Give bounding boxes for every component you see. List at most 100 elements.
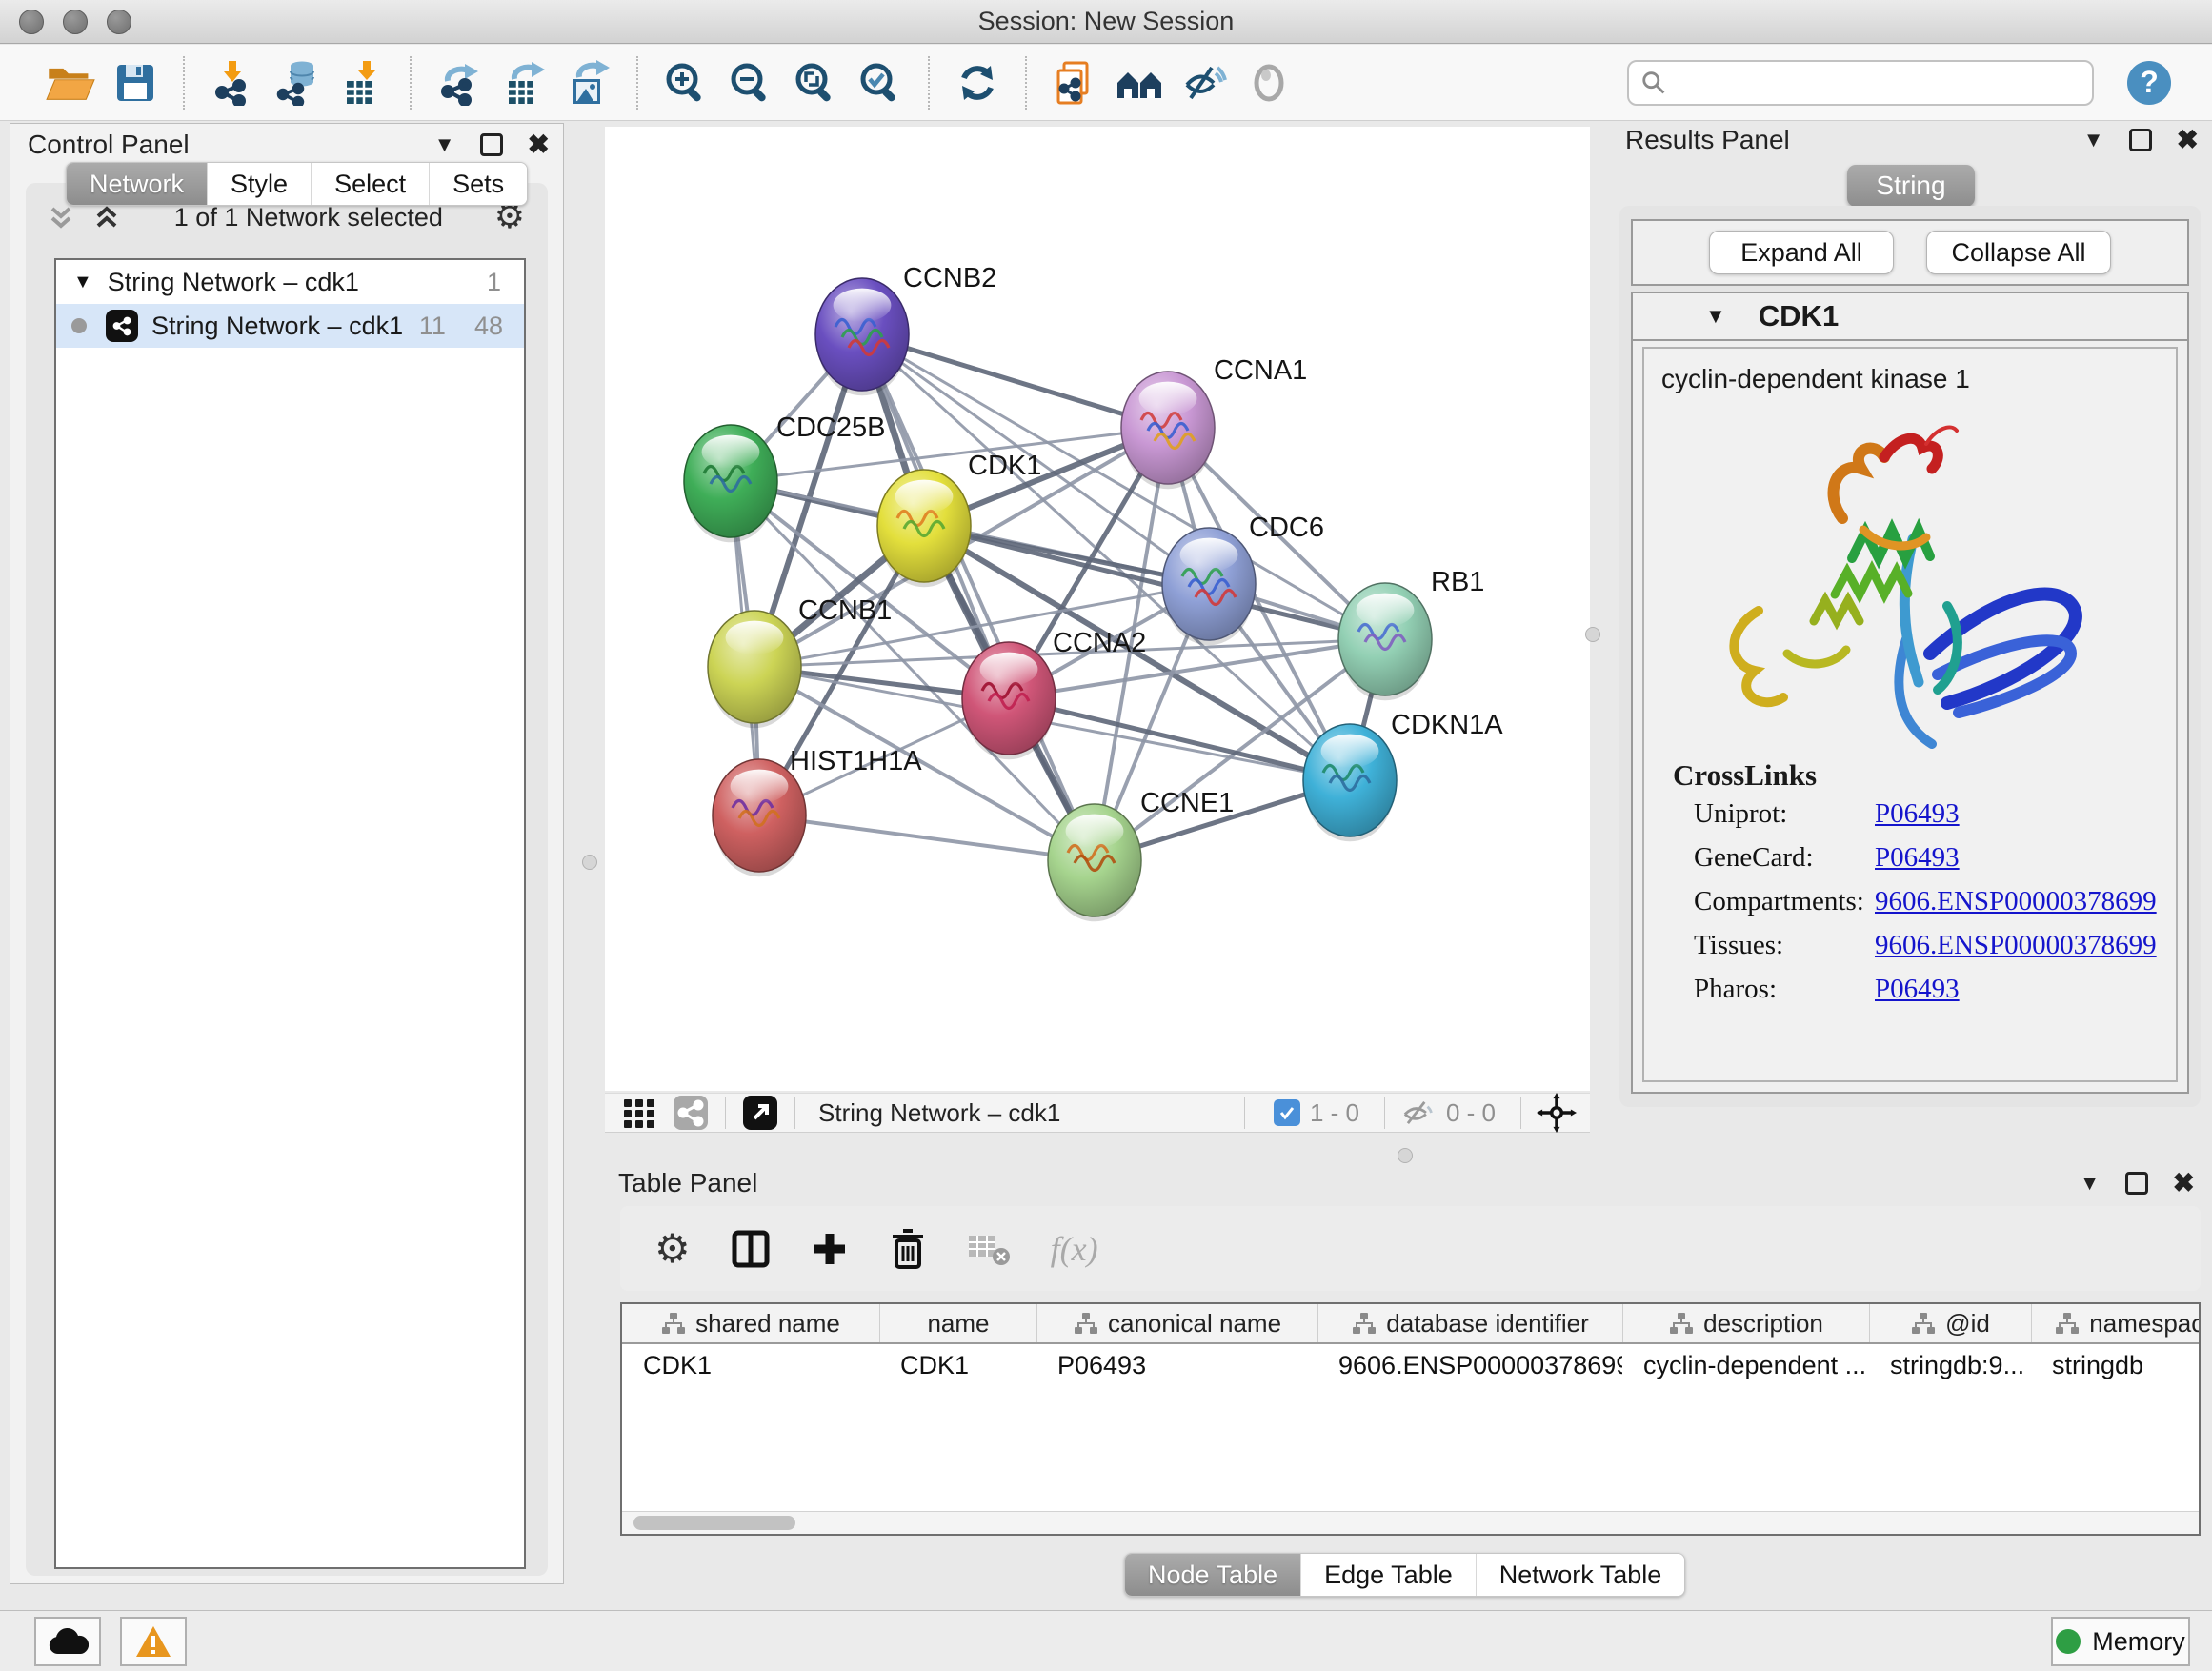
network-collection-row[interactable]: ▼ String Network – cdk1 1 (56, 260, 524, 304)
export-table-button[interactable] (497, 54, 551, 111)
node-CCNB1[interactable] (708, 611, 801, 728)
import-table-from-file-button[interactable] (335, 54, 389, 111)
panel-menu-icon[interactable]: ▼ (2083, 130, 2104, 151)
help-button[interactable]: ? (2122, 54, 2176, 111)
delete-column-icon[interactable] (889, 1229, 927, 1269)
warnings-button[interactable] (120, 1617, 187, 1666)
tab-network-table[interactable]: Network Table (1476, 1554, 1685, 1596)
eye-disabled-icon (1246, 60, 1292, 106)
birds-eye-view-icon[interactable] (741, 1094, 779, 1132)
expand-all-icon[interactable] (90, 201, 123, 233)
gene-disclosure-icon[interactable]: ▼ (1705, 304, 1726, 329)
add-column-icon[interactable] (811, 1230, 849, 1268)
table-cell[interactable]: stringdb:9... (1869, 1344, 2031, 1386)
tab-sets[interactable]: Sets (429, 163, 527, 205)
crosslink-link[interactable]: P06493 (1875, 798, 1960, 830)
memory-button[interactable]: Memory (2051, 1617, 2190, 1666)
column-header-database-identifier[interactable]: database identifier (1317, 1304, 1622, 1342)
tab-select[interactable]: Select (311, 163, 429, 205)
table-cell[interactable]: cyclin-dependent ... (1622, 1344, 1869, 1386)
node-CDKN1A[interactable] (1303, 724, 1397, 841)
import-network-from-database-button[interactable] (271, 54, 324, 111)
import-network-from-file-button[interactable] (206, 54, 259, 111)
float-panel-icon[interactable] (2125, 1172, 2148, 1195)
collapse-all-icon[interactable] (45, 201, 77, 233)
float-panel-icon[interactable] (2129, 129, 2152, 151)
export-image-button[interactable] (562, 54, 615, 111)
column-header-shared-name[interactable]: shared name (622, 1304, 879, 1342)
crosslink-link[interactable]: 9606.ENSP00000378699 (1875, 886, 2157, 917)
refresh-button[interactable] (951, 54, 1004, 111)
tab-network[interactable]: Network (67, 163, 207, 205)
table-horizontal-scrollbar[interactable] (622, 1511, 2199, 1534)
table-cell[interactable]: CDK1 (879, 1344, 1036, 1386)
table-cell[interactable]: CDK1 (622, 1344, 879, 1386)
show-all-button[interactable] (1242, 54, 1296, 111)
tab-style[interactable]: Style (207, 163, 311, 205)
first-neighbors-button[interactable] (1113, 54, 1166, 111)
search-input[interactable] (1667, 68, 2081, 97)
splitter-handle[interactable] (582, 855, 597, 870)
panel-menu-icon[interactable]: ▼ (434, 134, 455, 155)
column-header-namespace[interactable]: namespace (2031, 1304, 2201, 1342)
new-network-from-selection-button[interactable] (1048, 54, 1101, 111)
close-panel-icon[interactable]: ✖ (2177, 127, 2199, 153)
column-header-name[interactable]: name (879, 1304, 1036, 1342)
tab-edge-table[interactable]: Edge Table (1300, 1554, 1476, 1596)
zoom-in-button[interactable] (659, 54, 713, 111)
close-panel-icon[interactable]: ✖ (528, 131, 550, 158)
column-header-canonical-name[interactable]: canonical name (1036, 1304, 1317, 1342)
crosslink-link[interactable]: 9606.ENSP00000378699 (1875, 930, 2157, 961)
splitter-handle[interactable] (1398, 1148, 1413, 1163)
collapse-all-button[interactable]: Collapse All (1926, 231, 2111, 274)
export-network-button[interactable] (432, 54, 486, 111)
zoom-selected-button[interactable] (854, 54, 907, 111)
node-CCNA2[interactable] (962, 642, 1056, 759)
network-canvas[interactable]: CCNB2CCNA1CDC25BCDK1CDC6RB1CCNB1CCNA2CDK… (605, 127, 1590, 1091)
edge-HIST1H1A-CCNE1[interactable] (759, 815, 1095, 860)
save-session-button[interactable] (109, 54, 162, 111)
crosslink-label: Tissues: (1694, 930, 1875, 961)
close-panel-icon[interactable]: ✖ (2173, 1170, 2195, 1197)
table-cell[interactable]: P06493 (1036, 1344, 1317, 1386)
node-CDK1[interactable] (877, 470, 971, 587)
table-cell[interactable]: 9606.ENSP00000378699 (1317, 1344, 1622, 1386)
node-CCNB2[interactable] (815, 278, 909, 395)
node-RB1[interactable] (1338, 583, 1432, 700)
separator (794, 1097, 795, 1129)
node-CCNA1[interactable] (1121, 372, 1215, 489)
crosslink-link[interactable]: P06493 (1875, 842, 1960, 874)
node-CDC6[interactable] (1162, 528, 1256, 645)
splitter-handle[interactable] (1585, 627, 1600, 642)
column-header-description[interactable]: description (1622, 1304, 1869, 1342)
node-CCNE1[interactable] (1048, 804, 1141, 921)
grid-view-icon[interactable] (620, 1094, 658, 1132)
collection-disclosure-icon[interactable]: ▼ (73, 272, 92, 293)
hide-selected-button[interactable] (1177, 54, 1231, 111)
scrollbar-thumb[interactable] (633, 1516, 795, 1530)
network-view-toolbar: String Network – cdk1 1 - 0 0 - 0 (605, 1093, 1590, 1133)
edge-CCNB2-CCNE1[interactable] (862, 334, 1095, 860)
float-panel-icon[interactable] (480, 133, 503, 156)
column-header--id[interactable]: @id (1869, 1304, 2031, 1342)
tab-node-table[interactable]: Node Table (1125, 1554, 1300, 1596)
gene-section-header[interactable]: ▼ CDK1 (1633, 293, 2187, 341)
node-HIST1H1A[interactable] (713, 759, 806, 876)
zoom-fit-button[interactable] (789, 54, 842, 111)
selected-checkbox-icon[interactable] (1274, 1099, 1300, 1126)
open-session-button[interactable] (44, 54, 97, 111)
pan-crosshair-icon[interactable] (1537, 1093, 1577, 1133)
crosslink-link[interactable]: P06493 (1875, 974, 1960, 1005)
panel-menu-icon[interactable]: ▼ (2080, 1173, 2101, 1194)
table-options-gear-icon[interactable]: ⚙ (654, 1229, 691, 1269)
tab-string[interactable]: String (1847, 165, 1974, 207)
expand-all-button[interactable]: Expand All (1709, 231, 1894, 274)
network-view-type-icon[interactable] (672, 1094, 710, 1132)
table-cell[interactable]: stringdb (2031, 1344, 2201, 1386)
table-row[interactable]: CDK1CDK1P064939606.ENSP00000378699cyclin… (622, 1344, 2199, 1386)
network-row-selected[interactable]: String Network – cdk1 11 48 (56, 304, 524, 348)
cloud-status-button[interactable] (34, 1617, 101, 1666)
show-columns-icon[interactable] (731, 1229, 771, 1269)
node-CDC25B[interactable] (684, 425, 777, 542)
zoom-out-button[interactable] (724, 54, 777, 111)
